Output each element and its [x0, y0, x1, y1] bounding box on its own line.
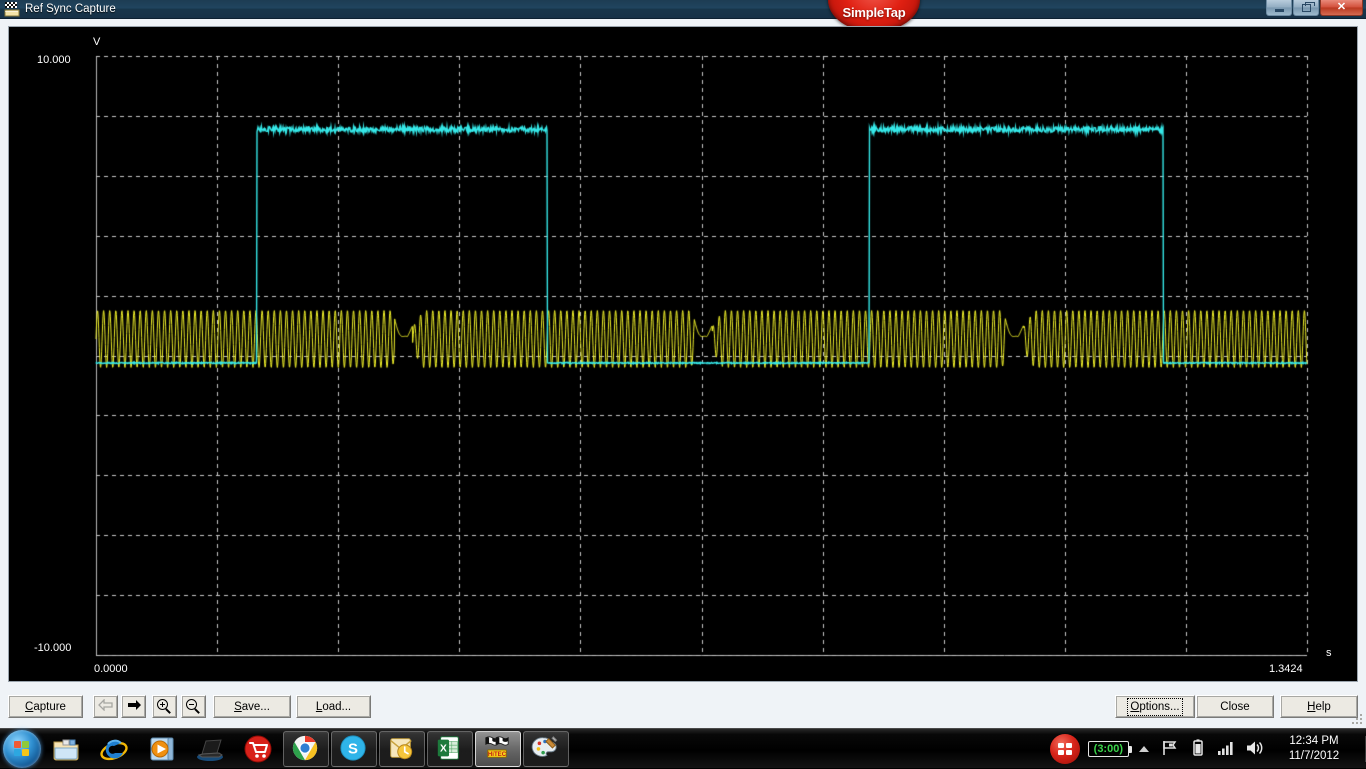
checkered-flag-app-icon: HiTEC: [483, 734, 513, 764]
clock-time: 12:34 PM: [1289, 735, 1339, 747]
options-button-label-rest: ptions...: [1139, 700, 1180, 713]
y-axis-max-label: 10.000: [37, 54, 71, 66]
close-button-label: Close: [1220, 700, 1250, 713]
help-button[interactable]: Help: [1280, 695, 1358, 718]
folder-icon: [51, 734, 81, 764]
action-center-flag-icon[interactable]: [1160, 738, 1182, 760]
help-button-label-rest: elp: [1315, 700, 1331, 713]
taskbar-item-internet-explorer[interactable]: [91, 731, 137, 767]
taskbar-item-excel[interactable]: X: [427, 730, 473, 767]
button-bar: Capture Save... Load... Options... Close…: [0, 684, 1366, 728]
next-capture-button[interactable]: [121, 695, 146, 718]
save-button[interactable]: Save...: [213, 695, 291, 718]
windows-taskbar: S X HiTEC (3:00) 12:34 PM 11/7/2012: [0, 728, 1366, 768]
laptop-icon: [195, 734, 225, 764]
restore-button[interactable]: [1293, 0, 1319, 16]
windows-logo-icon: [14, 740, 30, 757]
svg-text:HiTEC: HiTEC: [488, 751, 507, 757]
y-axis-unit: V: [93, 36, 101, 48]
save-button-label-rest: ave...: [241, 700, 270, 713]
y-axis-min-label: -10.000: [34, 642, 72, 654]
battery-icon[interactable]: [1188, 738, 1210, 760]
waveform-canvas: [9, 27, 1357, 681]
skype-icon: S: [339, 734, 369, 764]
checkered-flag-icon: [4, 1, 20, 17]
clock-date: 11/7/2012: [1288, 750, 1340, 762]
svg-text:X: X: [440, 743, 447, 754]
taskbar-item-outlook[interactable]: [379, 730, 425, 767]
previous-capture-button[interactable]: [93, 695, 118, 718]
resize-grip[interactable]: [1350, 712, 1364, 726]
close-button[interactable]: Close: [1196, 695, 1274, 718]
zoom-out-button[interactable]: [181, 695, 206, 718]
zoom-out-icon: [186, 699, 201, 714]
start-button[interactable]: [3, 729, 41, 768]
taskbar-item-windows-media-player[interactable]: [139, 731, 185, 767]
show-hidden-icons-icon[interactable]: [1139, 746, 1149, 752]
capture-button[interactable]: Capture: [8, 695, 83, 718]
back-arrow-icon: [97, 698, 114, 714]
close-window-button[interactable]: ✕: [1320, 0, 1363, 16]
media-player-icon: [147, 734, 177, 764]
load-button-label-rest: oad...: [322, 700, 352, 713]
taskbar-item-skype[interactable]: S: [331, 730, 377, 767]
x-axis-unit: s: [1326, 647, 1332, 659]
minimize-button[interactable]: [1266, 0, 1292, 16]
taskbar-item-google-chrome[interactable]: [283, 730, 329, 767]
forward-arrow-icon: [126, 699, 142, 714]
window-controls: ✕: [1265, 0, 1363, 19]
x-axis-max-label: 1.3424: [1269, 663, 1303, 675]
capture-button-label-rest: apture: [33, 700, 66, 713]
taskbar-item-paint[interactable]: [523, 730, 569, 767]
waveform-plot[interactable]: V 10.000 -10.000 0.0000 1.3424 s: [8, 26, 1358, 682]
title-bar[interactable]: Ref Sync Capture ✕: [0, 0, 1366, 19]
outlook-icon: [387, 734, 417, 764]
battery-time-badge[interactable]: (3:00): [1087, 741, 1133, 757]
chrome-icon: [291, 734, 321, 764]
application-window: Ref Sync Capture ✕ SimpleTap V 10.000 -1…: [0, 0, 1366, 728]
clock[interactable]: 12:34 PM 11/7/2012: [1273, 734, 1355, 764]
zoom-in-icon: [157, 699, 172, 714]
shopping-cart-icon: [243, 734, 273, 764]
system-tray: (3:00) 12:34 PM 11/7/2012: [1040, 729, 1366, 769]
internet-explorer-icon: [99, 734, 129, 764]
window-title: Ref Sync Capture: [25, 3, 116, 15]
x-axis-min-label: 0.0000: [94, 663, 128, 675]
taskbar-item-shopping-cart[interactable]: [235, 731, 281, 767]
network-signal-icon[interactable]: [1216, 738, 1238, 760]
tray-support-icon[interactable]: [1049, 734, 1080, 764]
excel-icon: X: [435, 734, 465, 764]
taskbar-item-file-explorer[interactable]: [43, 731, 89, 767]
zoom-in-button[interactable]: [152, 695, 177, 718]
taskbar-item-hitec-app[interactable]: HiTEC: [475, 730, 521, 767]
paint-palette-icon: [531, 734, 561, 764]
options-button[interactable]: Options...: [1115, 695, 1195, 718]
svg-text:S: S: [348, 740, 358, 757]
load-button[interactable]: Load...: [296, 695, 371, 718]
volume-icon[interactable]: [1244, 738, 1266, 760]
taskbar-item-laptop-support[interactable]: [187, 731, 233, 767]
